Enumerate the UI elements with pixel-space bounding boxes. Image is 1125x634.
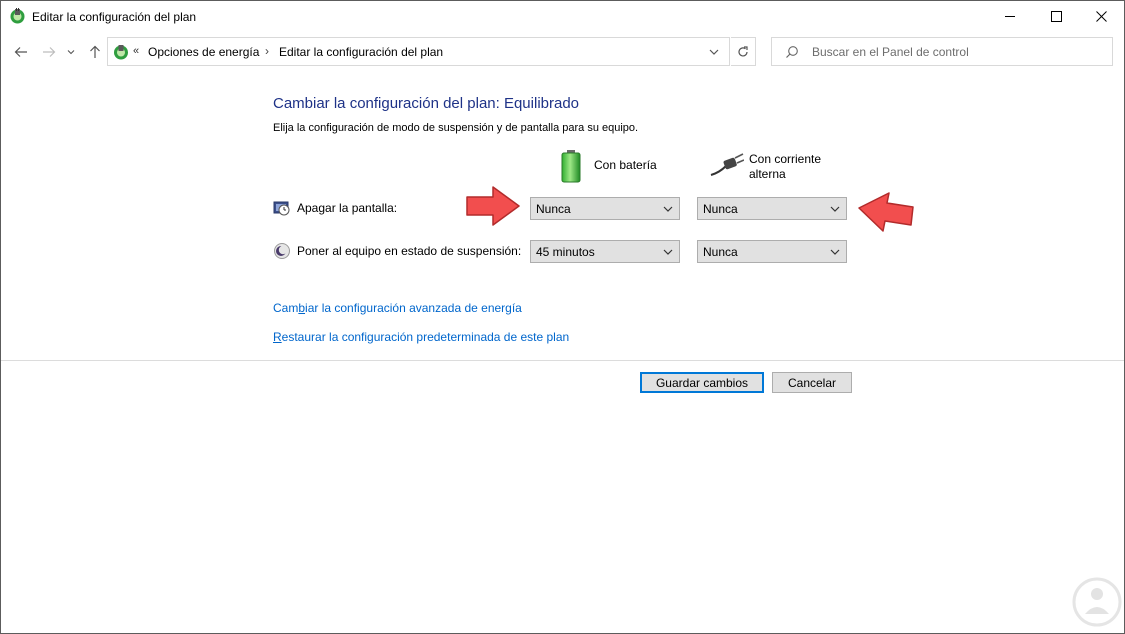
chevron-down-icon [830, 206, 840, 212]
annotation-arrow-right-icon [466, 186, 520, 226]
save-changes-button[interactable]: Guardar cambios [640, 372, 764, 393]
chevron-down-icon [67, 50, 75, 55]
search-icon [786, 46, 798, 58]
up-button[interactable] [85, 41, 105, 63]
page-description: Elija la configuración de modo de suspen… [273, 122, 639, 134]
address-bar[interactable]: « Opciones de energía › Editar la config… [107, 37, 730, 66]
restore-link-accesskey: R [273, 330, 282, 344]
advanced-link-prefix: Cam [273, 301, 299, 315]
refresh-button[interactable] [731, 37, 756, 66]
forward-arrow-icon [43, 47, 56, 57]
address-dropdown-button[interactable] [705, 43, 723, 61]
breadcrumb-edit-plan[interactable]: Editar la configuración del plan [279, 45, 443, 59]
title-bar[interactable]: Editar la configuración del plan [1, 1, 1124, 32]
navigation-bar: « Opciones de energía › Editar la config… [1, 37, 1124, 67]
watermark-logo-icon [1072, 577, 1122, 627]
column-battery-label: Con batería [594, 158, 657, 172]
chevron-down-icon [663, 249, 673, 255]
chevron-down-icon [663, 206, 673, 212]
minimize-icon [1004, 16, 1015, 17]
column-ac-label-line2: alterna [749, 167, 786, 181]
maximize-icon [1050, 11, 1062, 22]
back-arrow-icon [14, 47, 27, 57]
display-off-battery-select[interactable]: Nunca [530, 197, 680, 220]
restore-link-rest: estaurar la configuración predeterminada… [281, 330, 570, 344]
sleep-ac-select[interactable]: Nunca [697, 240, 847, 263]
breadcrumb-separator[interactable]: › [265, 44, 269, 58]
up-arrow-icon [90, 45, 100, 58]
overflow-chevron[interactable]: « [133, 45, 139, 57]
refresh-icon [738, 45, 748, 56]
forward-button[interactable] [39, 41, 59, 63]
display-off-label: Apagar la pantalla: [297, 201, 398, 215]
search-input[interactable]: Buscar en el Panel de control [812, 45, 969, 59]
chevron-down-icon [830, 249, 840, 255]
recent-locations-button[interactable] [64, 41, 78, 63]
window-title: Editar la configuración del plan [32, 10, 197, 24]
minimize-button[interactable] [987, 1, 1033, 32]
breadcrumb-power-options[interactable]: Opciones de energía [148, 45, 259, 59]
display-off-ac-value: Nunca [703, 202, 738, 216]
window: Editar la configuración del plan « Opcio… [0, 0, 1125, 634]
sleep-label: Poner al equipo en estado de suspensión: [297, 244, 522, 258]
divider [1, 360, 1124, 361]
display-off-ac-select[interactable]: Nunca [697, 197, 847, 220]
cancel-button[interactable]: Cancelar [772, 372, 852, 393]
close-icon [1095, 11, 1107, 22]
chevron-down-icon [709, 49, 719, 55]
advanced-link-rest: iar la configuración avanzada de energía [305, 301, 522, 315]
maximize-button[interactable] [1033, 1, 1079, 32]
sleep-battery-value: 45 minutos [536, 245, 595, 259]
ac-plug-icon [710, 153, 744, 176]
power-options-icon [10, 8, 25, 24]
display-off-battery-value: Nunca [536, 202, 571, 216]
annotation-arrow-left-icon [858, 192, 914, 232]
power-options-icon [114, 45, 128, 60]
back-button[interactable] [11, 41, 31, 63]
page-title: Cambiar la configuración del plan: Equil… [273, 95, 580, 112]
search-box[interactable]: Buscar en el Panel de control [771, 37, 1113, 66]
column-ac-label: Con corriente alterna [749, 152, 839, 182]
sleep-moon-icon [274, 243, 290, 259]
column-ac-label-line1: Con corriente [749, 152, 822, 166]
advanced-power-settings-link[interactable]: Cambiar la configuración avanzada de ene… [273, 301, 522, 315]
battery-icon [561, 150, 581, 183]
display-timer-icon [273, 201, 290, 216]
sleep-ac-value: Nunca [703, 245, 738, 259]
sleep-battery-select[interactable]: 45 minutos [530, 240, 680, 263]
close-button[interactable] [1078, 1, 1124, 32]
restore-defaults-link[interactable]: Restaurar la configuración predeterminad… [273, 330, 569, 344]
